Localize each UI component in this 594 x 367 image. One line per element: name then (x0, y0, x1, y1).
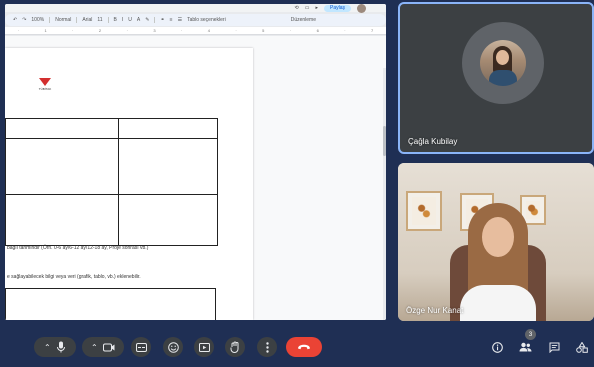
video-feed (398, 163, 594, 321)
hangup-icon (297, 344, 311, 350)
info-icon (491, 341, 503, 353)
document-text-line: e sağlayabilecek bilgi veya veri (grafik… (7, 274, 141, 280)
chevron-up-icon[interactable]: ⌃ (44, 343, 56, 352)
account-avatar[interactable] (357, 4, 366, 13)
underline-icon[interactable]: U (128, 17, 132, 23)
camera-control[interactable]: ⌃ (82, 337, 124, 357)
chat-button[interactable] (544, 337, 564, 357)
table-divider (6, 138, 217, 139)
captions-button[interactable] (131, 337, 151, 357)
participant-tile-cagla[interactable]: Çağla Kubilay (398, 2, 594, 154)
scrollbar-thumb[interactable] (383, 126, 386, 156)
document-table[interactable] (5, 288, 216, 320)
undo-icon[interactable]: ↶ (13, 17, 17, 23)
shared-screen: ⟲ ▭ ▸ Paylaş ↶ ↷ 100% Normal Arial 11 B … (5, 4, 386, 320)
more-icon (265, 341, 269, 353)
toolbar-divider (49, 17, 51, 23)
style-select[interactable]: Normal (55, 17, 71, 23)
toolbar-divider (76, 17, 78, 23)
document-canvas: TÜBİTAK bağlı tahmindir (Örn. 0-6 ay/6-1… (5, 36, 386, 320)
leave-call-button[interactable] (286, 337, 322, 357)
people-icon (519, 342, 532, 352)
mic-icon[interactable] (56, 341, 66, 353)
video-icon[interactable]: ▸ (315, 5, 318, 11)
scrollbar-track[interactable] (383, 68, 386, 320)
font-select[interactable]: Arial (82, 17, 92, 23)
link-icon[interactable]: ⚭ (160, 17, 164, 23)
emoji-icon (167, 341, 179, 353)
toolbar-divider (154, 17, 156, 23)
document-text-line: bağlı tahmindir (Örn. 0-6 ay/6-12 ay/12-… (7, 245, 149, 251)
bold-icon[interactable]: B (114, 17, 117, 23)
people-button[interactable] (515, 337, 535, 357)
present-button[interactable] (194, 337, 214, 357)
present-icon (198, 342, 210, 352)
captions-icon (135, 342, 147, 352)
mic-control[interactable]: ⌃ (34, 337, 76, 357)
logo-mark-icon (39, 78, 51, 86)
reactions-button[interactable] (163, 337, 183, 357)
tubitak-logo: TÜBİTAK (33, 78, 57, 91)
raise-hand-button[interactable] (225, 337, 245, 357)
participant-video-person (460, 203, 536, 321)
document-toolbar: ↶ ↷ 100% Normal Arial 11 B I U A ✎ ⚭ ≡ ☰… (5, 14, 386, 26)
share-button[interactable]: Paylaş (323, 4, 351, 12)
zoom-select[interactable]: 100% (31, 17, 44, 23)
comment-icon[interactable]: ▭ (305, 5, 310, 11)
participant-name: Çağla Kubilay (408, 137, 458, 146)
history-icon[interactable]: ⟲ (295, 5, 299, 11)
document-table[interactable] (5, 118, 218, 246)
chevron-up-icon[interactable]: ⌃ (91, 343, 103, 352)
meeting-controls: ⌃ ⌃ 3 (0, 324, 594, 367)
camera-icon[interactable] (103, 343, 115, 352)
highlight-icon[interactable]: ✎ (145, 17, 149, 23)
chat-icon (549, 342, 560, 353)
people-count-badge: 3 (525, 329, 536, 340)
meeting-details-button[interactable] (487, 337, 507, 357)
activities-icon (576, 341, 588, 353)
editing-mode-select[interactable]: Düzenleme (291, 17, 316, 23)
text-color-icon[interactable]: A (137, 17, 140, 23)
activities-button[interactable] (573, 337, 591, 357)
avatar (480, 40, 526, 86)
document-page[interactable]: TÜBİTAK bağlı tahmindir (Örn. 0-6 ay/6-1… (5, 48, 253, 320)
participant-name: Özge Nur Kanat (406, 306, 464, 315)
hand-icon (230, 341, 240, 353)
table-divider (6, 194, 217, 195)
font-size-select[interactable]: 11 (97, 17, 102, 23)
toolbar-divider (107, 17, 109, 23)
ruler: · 1 · 2 · 3 · 4 · 5 · 6 · 7 (5, 27, 386, 35)
table-options-button[interactable]: Tablo seçenekleri (187, 17, 226, 23)
align-icon[interactable]: ≡ (170, 17, 173, 23)
more-options-button[interactable] (257, 337, 277, 357)
italic-icon[interactable]: I (122, 17, 123, 23)
list-icon[interactable]: ☰ (178, 17, 182, 23)
wall-frame (406, 191, 442, 231)
redo-icon[interactable]: ↷ (22, 17, 26, 23)
participant-tile-ozge[interactable]: Özge Nur Kanat (398, 163, 594, 321)
document-topbar: ⟲ ▭ ▸ Paylaş (5, 4, 386, 13)
